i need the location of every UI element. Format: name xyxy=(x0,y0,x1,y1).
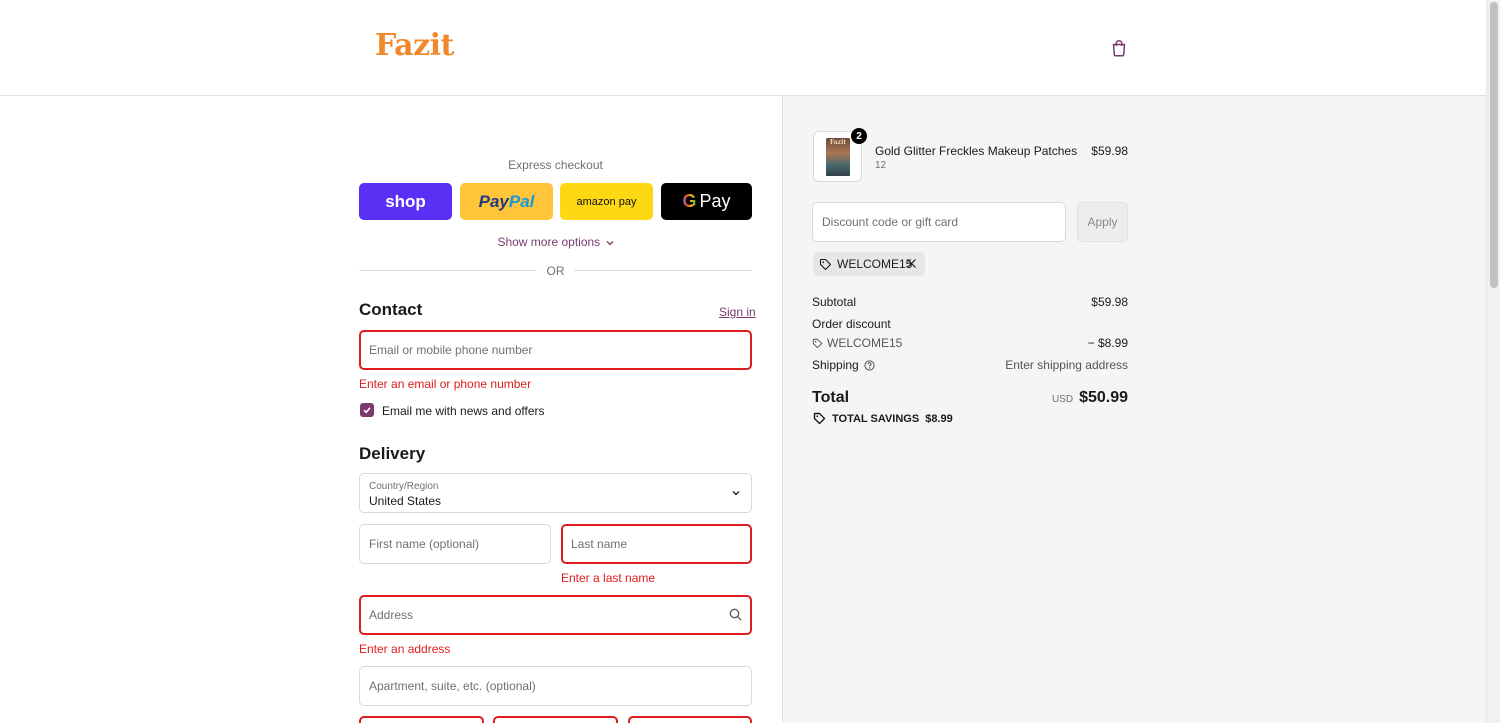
amazon-pay-button[interactable]: amazon pay xyxy=(560,183,653,220)
zip-field[interactable] xyxy=(628,716,752,723)
apartment-input[interactable] xyxy=(360,667,751,705)
express-checkout-label: Express checkout xyxy=(508,158,603,172)
address-field[interactable] xyxy=(359,595,752,635)
address-error: Enter an address xyxy=(359,642,451,656)
address-input[interactable] xyxy=(361,597,750,633)
country-label: Country/Region xyxy=(369,481,439,492)
last-name-field[interactable] xyxy=(561,524,752,564)
close-icon[interactable] xyxy=(906,258,917,269)
savings-label: TOTAL SAVINGS xyxy=(832,412,920,425)
tag-icon xyxy=(813,412,826,425)
subtotal-value: $59.98 xyxy=(1091,295,1128,309)
scrollbar-thumb[interactable] xyxy=(1490,2,1498,288)
email-input[interactable] xyxy=(361,332,750,368)
checkmark-icon xyxy=(363,407,371,414)
country-value: United States xyxy=(369,494,442,508)
contact-heading: Contact xyxy=(359,300,423,319)
divider-line-right xyxy=(574,270,752,271)
shipping-value: Enter shipping address xyxy=(1005,358,1128,372)
discount-code-text: WELCOME15 xyxy=(827,336,903,350)
last-name-error: Enter a last name xyxy=(561,571,656,585)
shopping-bag-icon[interactable] xyxy=(1109,38,1129,58)
state-field[interactable] xyxy=(493,716,618,723)
shop-pay-label: shop xyxy=(385,191,426,211)
applied-code-text: WELCOME15 xyxy=(837,257,913,271)
amazon-pay-label: amazon pay xyxy=(576,195,637,208)
email-error: Enter an email or phone number xyxy=(359,377,532,391)
shipping-label: Shipping xyxy=(812,358,859,372)
email-field[interactable] xyxy=(359,330,752,370)
total-currency: USD xyxy=(1051,394,1074,405)
chevron-down-icon xyxy=(606,240,613,246)
product-variant: 12 xyxy=(875,160,887,171)
page-scrollbar[interactable] xyxy=(1486,0,1500,723)
paypal-label-pal: Pal xyxy=(508,191,535,211)
tag-icon xyxy=(812,338,823,348)
show-more-label: Show more options xyxy=(497,235,601,249)
order-discount-label: Order discount xyxy=(812,317,891,331)
help-icon[interactable] xyxy=(864,359,875,371)
total-label: Total xyxy=(812,389,850,406)
savings-value: $8.99 xyxy=(925,412,953,425)
newsletter-checkbox[interactable] xyxy=(360,403,374,417)
delivery-heading: Delivery xyxy=(359,444,426,463)
discount-code-input[interactable] xyxy=(813,203,1065,241)
search-icon[interactable] xyxy=(729,608,742,621)
total-savings: TOTAL SAVINGS $8.99 xyxy=(813,412,953,425)
discount-code-row: WELCOME15 xyxy=(812,336,902,350)
show-more-options-link[interactable]: Show more options xyxy=(359,235,752,249)
sign-in-link[interactable]: Sign in xyxy=(719,305,756,319)
shop-pay-button[interactable]: shop xyxy=(359,183,452,220)
store-logo[interactable]: Fazit xyxy=(375,28,454,63)
or-text: OR xyxy=(546,264,565,278)
product-name: Gold Glitter Freckles Makeup Patches xyxy=(875,144,1078,158)
country-select[interactable]: Country/Region United States xyxy=(359,473,752,513)
city-field[interactable] xyxy=(359,716,484,723)
discount-code-field[interactable] xyxy=(812,202,1066,242)
total-value: $50.99 xyxy=(1079,389,1128,406)
google-pay-label: Pay xyxy=(699,191,731,211)
newsletter-label[interactable]: Email me with news and offers xyxy=(382,404,545,418)
paypal-label-pay: Pay xyxy=(478,191,509,211)
page-header: Fazit xyxy=(0,0,1486,96)
shipping-row: Shipping xyxy=(812,358,875,372)
discount-value: − $8.99 xyxy=(1087,336,1128,350)
google-g-icon: G xyxy=(682,191,697,211)
apply-discount-button[interactable]: Apply xyxy=(1077,202,1128,242)
last-name-input[interactable] xyxy=(563,526,750,562)
tag-icon xyxy=(819,258,832,270)
chevron-down-icon xyxy=(732,491,740,496)
or-divider: OR xyxy=(359,264,752,278)
first-name-input[interactable] xyxy=(360,525,550,563)
google-pay-button[interactable]: G Pay xyxy=(661,183,752,220)
total-amount: USD $50.99 xyxy=(1052,389,1128,407)
quantity-badge: 2 xyxy=(851,128,867,144)
product-price: $59.98 xyxy=(1091,144,1128,158)
first-name-field[interactable] xyxy=(359,524,551,564)
apartment-field[interactable] xyxy=(359,666,752,706)
subtotal-label: Subtotal xyxy=(812,295,857,309)
product-image: Fazit xyxy=(826,138,850,176)
paypal-button[interactable]: Pay Pal xyxy=(460,183,553,220)
product-image-logo: Fazit xyxy=(829,139,847,146)
order-summary-panel xyxy=(782,96,1486,723)
